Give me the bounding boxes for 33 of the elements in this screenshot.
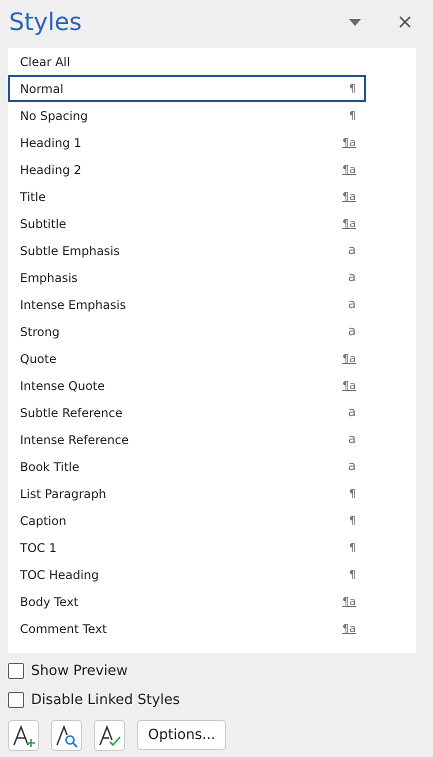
checkbox[interactable] bbox=[8, 662, 24, 678]
checkbox-label: Disable Linked Styles bbox=[31, 692, 180, 708]
style-item[interactable]: Intense Emphasis a bbox=[8, 291, 366, 318]
close-icon[interactable] bbox=[399, 16, 411, 28]
style-item[interactable]: Subtle Reference a bbox=[8, 399, 366, 426]
checkbox-label: Show Preview bbox=[31, 662, 128, 678]
style-item[interactable]: Emphasis a bbox=[8, 264, 366, 291]
style-item[interactable]: No Spacing ¶ bbox=[8, 102, 366, 129]
style-item[interactable]: Heading 2 ¶a bbox=[8, 156, 366, 183]
style-item[interactable]: Intense Reference a bbox=[8, 426, 366, 453]
style-item[interactable]: Comment Text ¶a bbox=[8, 615, 366, 642]
style-item[interactable]: Body Text ¶a bbox=[8, 588, 366, 615]
style-inspector-button[interactable] bbox=[51, 720, 82, 751]
pane-title: Styles bbox=[9, 8, 83, 36]
manage-styles-button[interactable] bbox=[94, 720, 125, 751]
style-item[interactable]: Heading 1 ¶a bbox=[8, 129, 366, 156]
options-button[interactable]: Options... bbox=[137, 720, 226, 750]
new-style-button[interactable] bbox=[8, 720, 39, 751]
style-item[interactable]: Clear All bbox=[8, 48, 366, 75]
checkbox[interactable] bbox=[8, 692, 24, 708]
style-item[interactable]: TOC 1 ¶ bbox=[8, 534, 366, 561]
style-item[interactable]: Strong a bbox=[8, 318, 366, 345]
style-item[interactable]: Caption ¶ bbox=[8, 507, 366, 534]
style-item[interactable]: Normal ¶ bbox=[8, 75, 366, 102]
style-item[interactable]: Subtle Emphasis a bbox=[8, 237, 366, 264]
style-item[interactable]: Title ¶a bbox=[8, 183, 366, 210]
style-item[interactable]: TOC Heading ¶ bbox=[8, 561, 366, 588]
style-item[interactable]: Book Title a bbox=[8, 453, 366, 480]
style-item[interactable]: Intense Quote ¶a bbox=[8, 372, 366, 399]
dropdown-icon[interactable] bbox=[349, 18, 361, 26]
style-item[interactable]: Subtitle ¶a bbox=[8, 210, 366, 237]
style-item[interactable]: Quote ¶a bbox=[8, 345, 366, 372]
style-item[interactable]: List Paragraph ¶ bbox=[8, 480, 366, 507]
